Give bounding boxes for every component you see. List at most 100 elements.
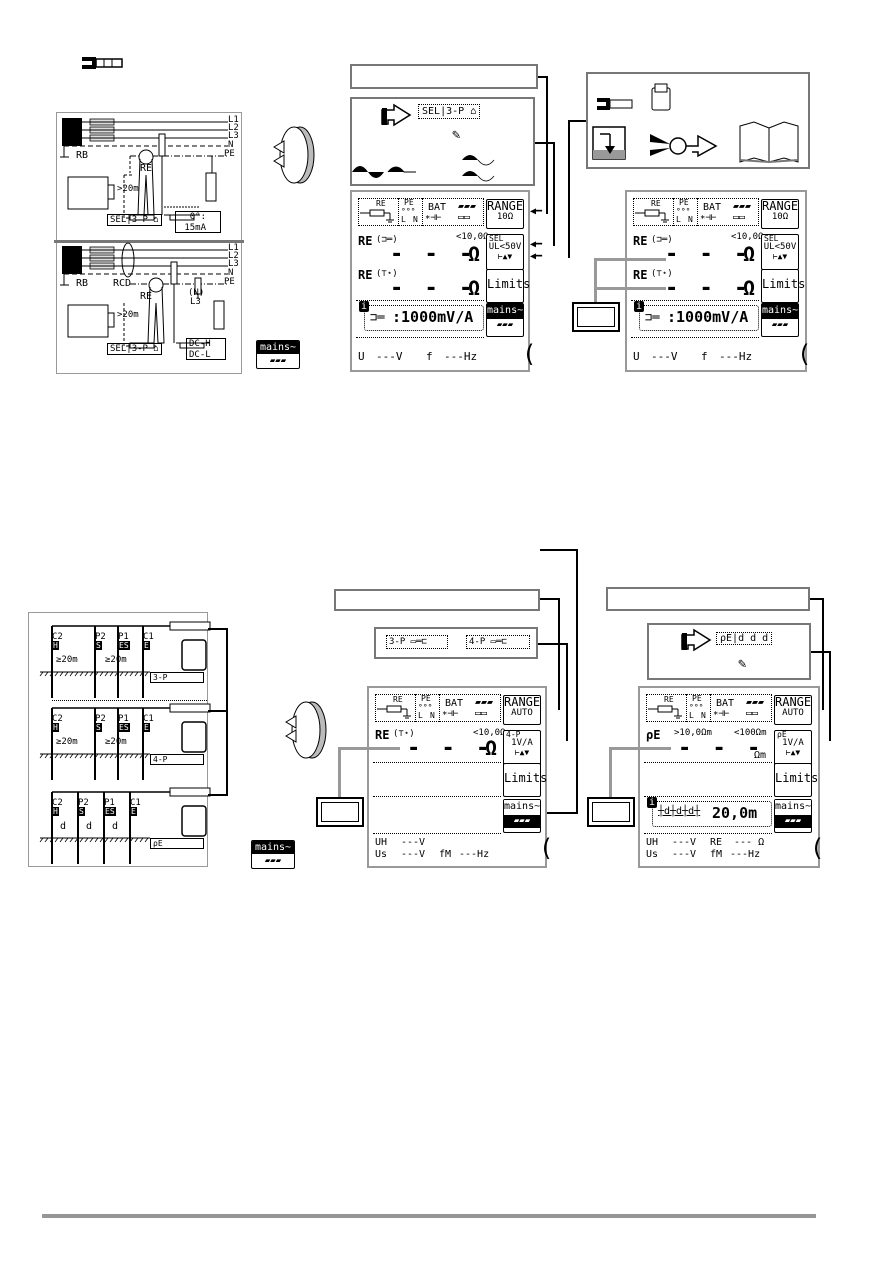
start-measurement-button[interactable] xyxy=(572,302,620,332)
limits-button[interactable]: Limits xyxy=(761,269,805,303)
mains-label: mains~ xyxy=(487,304,523,319)
mains-battery-button[interactable]: mains~ ▰▰▰ xyxy=(503,799,541,833)
separator xyxy=(356,300,484,301)
voltage-value: ---V xyxy=(376,350,403,363)
l-label: L xyxy=(676,215,681,224)
l-label: L xyxy=(689,711,694,720)
memory-icon: ▭▭ xyxy=(475,708,488,719)
sel-3p-option[interactable]: SEL|3-P ⌂ xyxy=(418,104,481,119)
pe-label: PE xyxy=(679,198,689,207)
re-status-label: RE xyxy=(376,199,386,208)
mains-battery-button[interactable]: mains~ ▰▰▰ xyxy=(251,840,295,869)
n-label: N xyxy=(688,215,693,224)
bluetooth-icon: ∗⊣⊢ xyxy=(713,709,730,719)
limit-value: <10,0Ω xyxy=(456,232,489,242)
header-caption-box xyxy=(350,64,538,89)
limits-button[interactable]: Limits xyxy=(774,763,818,797)
battery-full-icon: ▰▰▰ xyxy=(746,697,765,708)
electrode-tag: H xyxy=(52,641,59,650)
n-label: N xyxy=(413,215,418,224)
range-label: RANGE xyxy=(487,199,524,213)
mains-battery-button[interactable]: mains~ ▰▰▰ xyxy=(256,340,300,369)
info-icon: i xyxy=(359,301,370,312)
l-label: L xyxy=(401,215,406,224)
limits-button[interactable]: Limits xyxy=(503,763,547,797)
mains-battery-button[interactable]: mains~ ▰▰▰ xyxy=(774,799,812,833)
header-caption-box xyxy=(606,587,810,611)
resistor-ground-icon xyxy=(648,705,682,719)
electrode-tag: H xyxy=(52,807,59,816)
memory-icon: ▭▭ xyxy=(746,708,759,719)
status-divider xyxy=(415,694,416,722)
manual-book-icon xyxy=(739,121,799,164)
separator xyxy=(631,337,759,338)
mains-battery-button[interactable]: mains~ ▰▰▰ xyxy=(486,303,524,337)
fm-label: fM xyxy=(439,849,452,860)
re-spike-label: RE xyxy=(358,268,373,282)
resistor-ground-icon xyxy=(635,209,669,223)
us-value: ---V xyxy=(672,849,697,860)
rb-label: RB xyxy=(76,150,89,161)
rotary-switch-icon[interactable] xyxy=(270,125,316,185)
voltage-label: U xyxy=(633,350,640,363)
connector-line xyxy=(208,710,228,712)
electrode-tag: S xyxy=(78,807,85,816)
frequency-label: f xyxy=(426,350,433,363)
ohm-unit: Ω xyxy=(743,276,756,300)
scroll-bracket: ( xyxy=(522,340,537,368)
start-measurement-button[interactable] xyxy=(316,797,364,827)
range-button[interactable]: RANGE 10Ω xyxy=(761,199,799,229)
start-measurement-button[interactable] xyxy=(587,797,635,827)
limits-button[interactable]: Limits xyxy=(486,269,531,303)
mode-ratio-button[interactable]: 4-P 1V/A ⊢▲▼ xyxy=(503,730,541,766)
separator xyxy=(373,833,501,834)
gray-arrow-line xyxy=(609,747,671,750)
header-caption-box xyxy=(334,589,540,611)
scroll-bracket: ( xyxy=(810,834,825,862)
pe-label: PE xyxy=(421,694,431,703)
rho-mode-option[interactable]: ρE|d d d xyxy=(716,632,773,645)
gray-arrow-line xyxy=(338,747,341,797)
mode-option-4p[interactable]: 4-P ▭═⊏ xyxy=(466,635,530,649)
mode-ratio-button[interactable]: ρE 1V/A ⊢▲▼ xyxy=(774,730,812,766)
bat-label: BAT xyxy=(716,698,735,709)
us-label: Us xyxy=(646,849,659,860)
separator xyxy=(356,337,484,338)
connector-line xyxy=(566,643,568,741)
measured-value: - - - xyxy=(678,736,765,761)
connector-line xyxy=(829,651,831,741)
range-label: RANGE xyxy=(775,695,812,709)
re-clamp-label: RE xyxy=(358,234,373,248)
range-button[interactable]: RANGE AUTO xyxy=(503,695,541,725)
voltage-value: ---V xyxy=(651,350,678,363)
uh-value: ---V xyxy=(401,837,426,848)
sel-ul-button[interactable]: SEL UL<50V ⊢▲▼ xyxy=(486,234,524,270)
range-value: AUTO xyxy=(511,707,533,718)
separator xyxy=(52,700,207,701)
connector-line xyxy=(208,794,228,796)
battery-full-icon: ▰▰▰ xyxy=(475,697,494,708)
mode-option-3p[interactable]: 3-P ▭═⊏ xyxy=(386,635,448,649)
re-status-label: RE xyxy=(393,695,403,704)
mode-indicator: 3-P xyxy=(150,672,204,683)
mains-battery-button[interactable]: mains~ ▰▰▰ xyxy=(761,303,799,337)
separator xyxy=(631,300,759,301)
battery-icon: ▰▰▰ xyxy=(771,319,789,330)
range-button[interactable]: RANGE AUTO xyxy=(774,695,812,725)
rotary-switch-icon[interactable] xyxy=(282,700,328,760)
distance-label: >20m xyxy=(117,310,139,320)
bluetooth-icon: ∗⊣⊢ xyxy=(700,213,717,223)
l-label: L xyxy=(418,711,423,720)
range-value: 10Ω xyxy=(496,211,514,222)
sel-3p-indicator: SEL|3-P ⌂ xyxy=(107,214,162,226)
electrode-tag: H xyxy=(52,723,59,732)
memory-icon: ▭▭ xyxy=(458,212,471,223)
separator xyxy=(644,762,772,763)
footer-rule xyxy=(42,1214,816,1218)
limits-label: Limits xyxy=(487,277,531,291)
enter-arrow-icon xyxy=(681,628,712,652)
re-spike-label: RE xyxy=(633,268,648,282)
range-button[interactable]: RANGE 10Ω xyxy=(486,199,524,229)
sel-ul-button[interactable]: SEL UL<50V ⊢▲▼ xyxy=(761,234,799,270)
connector-line xyxy=(553,142,555,246)
